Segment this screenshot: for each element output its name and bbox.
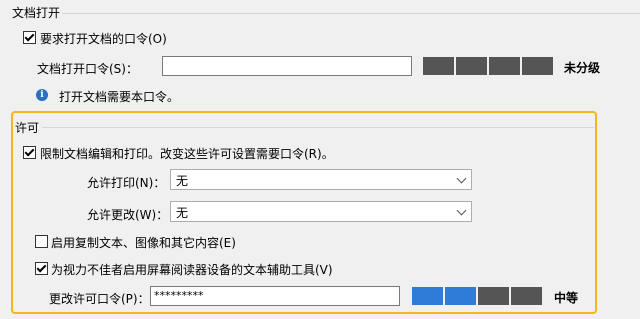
chevron-down-icon — [456, 173, 467, 184]
open-section-title: 文档打开 — [10, 4, 63, 21]
strength-segment — [478, 287, 509, 305]
allow-print-select[interactable]: 无 — [170, 169, 472, 190]
open-section-divider — [56, 13, 640, 14]
perm-section-divider — [42, 127, 594, 128]
perm-password-strength-meter — [412, 287, 542, 305]
allow-change-select[interactable]: 无 — [170, 201, 472, 222]
enable-copy-checkbox[interactable] — [35, 235, 48, 248]
strength-segment — [445, 287, 476, 305]
perm-password-strength-text: 中等 — [554, 291, 579, 305]
open-info-text: 打开文档需要本口令。 — [59, 90, 180, 104]
perm-password-field[interactable]: ********* — [150, 286, 400, 306]
perm-section-title: 许可 — [13, 119, 42, 136]
strength-segment — [456, 57, 487, 75]
strength-segment — [489, 57, 520, 75]
enable-copy-label[interactable]: 启用复制文本、图像和其它内容(E) — [51, 234, 236, 251]
screen-reader-checkbox[interactable] — [35, 262, 48, 275]
allow-print-value: 无 — [176, 174, 189, 188]
open-password-field[interactable] — [162, 56, 412, 76]
restrict-editing-checkbox[interactable] — [23, 146, 36, 159]
open-password-strength-text: 未分级 — [564, 61, 601, 75]
strength-segment — [412, 287, 443, 305]
allow-print-label: 允许打印(N)： — [87, 176, 166, 190]
allow-change-value: 无 — [176, 206, 189, 220]
strength-segment — [511, 287, 542, 305]
screen-reader-label[interactable]: 为视力不佳者启用屏幕阅读器设备的文本辅助工具(V) — [51, 261, 333, 278]
restrict-editing-label[interactable]: 限制文档编辑和打印。改变这些许可设置需要口令(R)。 — [40, 145, 334, 162]
chevron-down-icon — [456, 205, 467, 216]
open-password-label: 文档打开口令(S)： — [37, 62, 138, 76]
perm-password-label: 更改许可口令(P)： — [49, 292, 150, 306]
require-password-label[interactable]: 要求打开文档的口令(O) — [40, 30, 167, 47]
require-password-checkbox[interactable] — [23, 31, 36, 44]
open-password-strength-meter — [423, 57, 553, 75]
allow-change-label: 允许更改(W)： — [87, 208, 169, 222]
info-icon: i — [36, 89, 48, 101]
strength-segment — [522, 57, 553, 75]
strength-segment — [423, 57, 454, 75]
